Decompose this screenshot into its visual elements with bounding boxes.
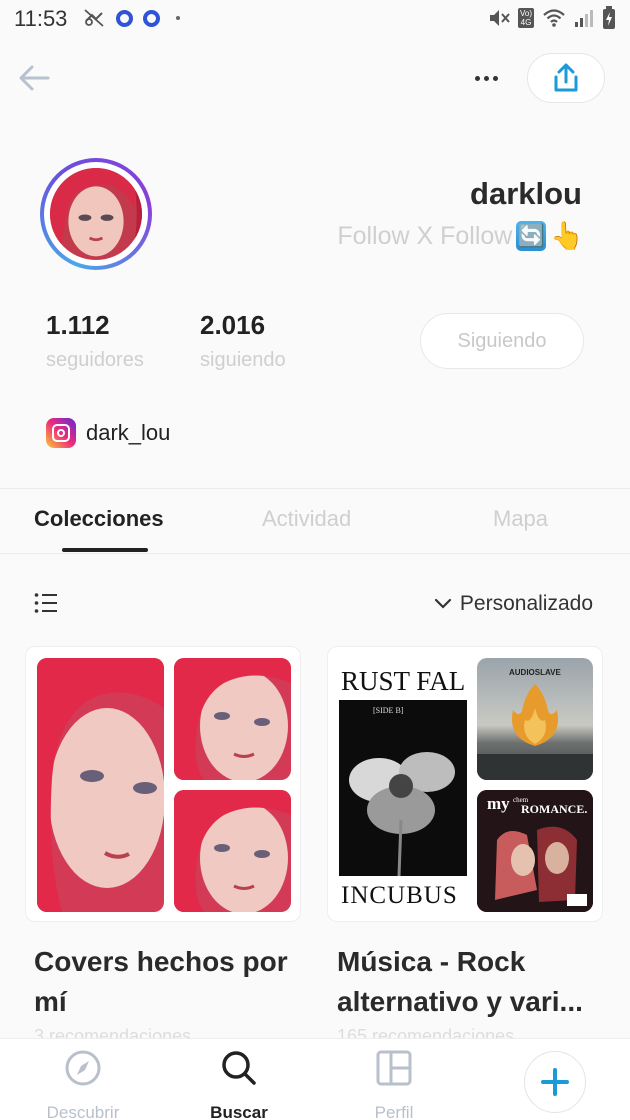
add-button[interactable] xyxy=(524,1051,586,1113)
sort-dropdown[interactable]: Personalizado xyxy=(434,592,593,616)
following-button[interactable]: Siguiendo xyxy=(420,313,584,369)
battery-charging-icon xyxy=(603,6,615,29)
album-cover-mcr: my chem ROMANCE. xyxy=(477,790,593,912)
app-notification-icon xyxy=(116,9,133,27)
nav-label: Buscar xyxy=(210,1103,268,1120)
portrait-image-icon xyxy=(174,790,291,912)
layout-icon xyxy=(334,1047,454,1089)
wifi-icon xyxy=(543,9,565,27)
sort-label: Personalizado xyxy=(459,592,593,615)
more-options-button[interactable] xyxy=(466,62,506,94)
tab-colecciones[interactable]: Colecciones xyxy=(34,506,164,532)
portrait-image-icon xyxy=(37,658,164,912)
signal-icon xyxy=(575,10,593,27)
following-stat[interactable]: 2.016 siguiendo xyxy=(200,310,286,372)
collection-cover-2 xyxy=(174,658,291,780)
share-icon xyxy=(554,63,578,92)
more-notifications-dot-icon xyxy=(176,16,180,20)
back-button[interactable] xyxy=(14,58,54,98)
collection-cover-3 xyxy=(174,790,291,912)
nav-label: Descubrir xyxy=(46,1103,120,1120)
album-title-my: my xyxy=(487,794,510,813)
list-icon xyxy=(34,593,57,613)
nav-perfil[interactable]: Perfil xyxy=(334,1047,454,1120)
album-cover-incubus: RUST FAL [SIDE B] INCUBUS xyxy=(339,658,467,912)
compass-icon xyxy=(23,1047,143,1089)
collection-card-covers[interactable] xyxy=(25,646,301,922)
flower-image-icon xyxy=(349,752,455,877)
following-count: 2.016 xyxy=(200,310,266,340)
more-dot-icon xyxy=(474,75,480,81)
status-right-icons: Vo) 4G xyxy=(488,6,616,30)
followers-stat[interactable]: 1.112 seguidores xyxy=(46,310,144,372)
collection-cover-main xyxy=(37,658,164,912)
collection-title[interactable]: Covers hechos por mí xyxy=(34,942,314,1022)
status-left-icons xyxy=(82,8,180,28)
profile-username: darklou xyxy=(470,176,582,211)
plus-icon xyxy=(541,1068,569,1096)
portrait-image-icon xyxy=(174,658,291,780)
album-title-bottom: INCUBUS xyxy=(341,882,458,909)
profile-bio: Follow X Follow 🔄 👆 xyxy=(337,220,584,252)
volte-icon: Vo) 4G xyxy=(517,8,534,28)
network-type-label: 4G xyxy=(520,18,532,27)
album-side-label: [SIDE B] xyxy=(373,706,404,715)
followers-label: seguidores xyxy=(46,349,144,371)
active-tab-indicator xyxy=(62,548,148,552)
avatar[interactable] xyxy=(40,158,152,270)
pointing-hand-icon: 👆 xyxy=(550,221,584,251)
status-time: 11:53 xyxy=(14,6,68,31)
avatar-photo xyxy=(50,168,142,260)
tab-actividad[interactable]: Actividad xyxy=(262,506,351,532)
instagram-handle: dark_lou xyxy=(86,420,171,445)
instagram-link[interactable]: dark_lou xyxy=(46,418,170,448)
following-label: siguiendo xyxy=(200,349,286,371)
more-dot-icon xyxy=(483,75,489,81)
nav-descubrir[interactable]: Descubrir xyxy=(23,1047,143,1120)
album-cover-audioslave: AUDIOSLAVE xyxy=(477,658,593,780)
bottom-navigation: Descubrir Buscar Perfil xyxy=(0,1038,630,1120)
album-band-name: AUDIOSLAVE xyxy=(509,668,561,677)
tab-mapa[interactable]: Mapa xyxy=(493,506,548,532)
album-title-top: RUST FAL xyxy=(341,666,466,696)
more-dot-icon xyxy=(492,75,498,81)
repeat-icon: 🔄 xyxy=(516,221,547,251)
search-icon xyxy=(179,1047,299,1089)
app-notification-icon-2 xyxy=(143,9,160,27)
collection-title[interactable]: Música - Rock alternativo y vari... xyxy=(337,942,617,1022)
album-title-romance: ROMANCE. xyxy=(521,802,588,816)
volte-label: Vo) xyxy=(519,9,532,18)
collection-card-musica[interactable]: RUST FAL [SIDE B] INCUBUS AUDIOSLAVE my … xyxy=(327,646,603,922)
profile-bio-text: Follow X Follow xyxy=(337,221,513,250)
list-view-button[interactable] xyxy=(34,592,58,614)
album-art: [SIDE B] xyxy=(339,700,467,877)
divider xyxy=(0,553,630,554)
divider xyxy=(0,488,630,489)
avatar-portrait-icon xyxy=(50,168,142,260)
share-button[interactable] xyxy=(527,53,605,103)
instagram-icon xyxy=(46,418,76,448)
mute-icon xyxy=(489,10,510,26)
arrow-left-icon xyxy=(19,65,50,91)
avatar-frame xyxy=(44,162,148,266)
muted-sync-icon xyxy=(84,9,104,27)
followers-count: 1.112 xyxy=(46,310,110,340)
nav-buscar[interactable]: Buscar xyxy=(179,1047,299,1120)
chevron-down-icon xyxy=(434,598,452,609)
status-bar: 11:53 Vo) 4G xyxy=(0,0,630,38)
nav-label: Perfil xyxy=(374,1103,414,1120)
